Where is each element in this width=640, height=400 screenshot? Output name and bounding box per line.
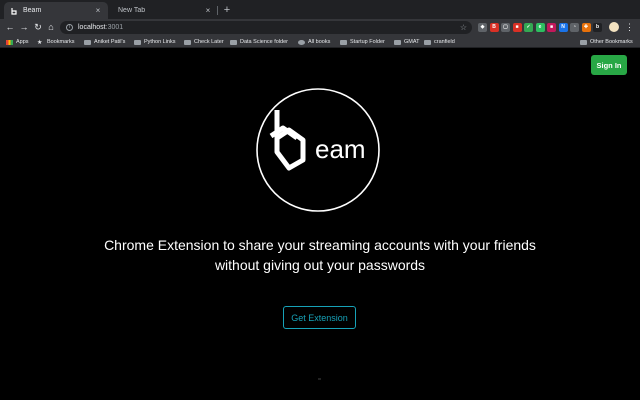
url-host: localhost — [78, 24, 106, 31]
bookmark-label: GMAT — [404, 39, 420, 45]
folder-icon — [580, 39, 587, 45]
new-tab-button[interactable]: + — [221, 3, 233, 17]
headline-line-1: Chrome Extension to share your streaming… — [104, 237, 536, 253]
shield-ext-icon[interactable]: ◆ — [478, 23, 487, 32]
tick-ext-icon[interactable]: ✓ — [524, 23, 533, 32]
b-mark-icon — [269, 110, 306, 171]
bookmark-check-later[interactable]: Check Later — [184, 36, 224, 48]
blue-ext-icon[interactable]: N — [558, 23, 568, 32]
books-icon — [298, 39, 305, 45]
reload-button[interactable]: ↻ — [32, 21, 44, 33]
bookmark-star-icon[interactable]: ☆ — [460, 23, 467, 32]
bookmark-label: Check Later — [194, 39, 224, 45]
bookmark-all-books[interactable]: All books — [298, 36, 330, 48]
tab-strip: Beam × New Tab × + — [0, 0, 640, 19]
logo-text: eam — [315, 134, 366, 164]
pocket-ext-icon[interactable]: ▢ — [501, 23, 510, 32]
bookmark-label: Aniket Patil's — [94, 39, 126, 45]
apps-grid-icon — [6, 39, 13, 45]
bookmark-label: Startup Folder — [350, 39, 385, 45]
bookmarks-bar: Apps ★ Bookmarks Aniket Patil's Python Li… — [0, 36, 640, 48]
bookmark-label: All books — [308, 39, 331, 45]
orange-ext-icon[interactable]: ✚ — [581, 23, 591, 32]
folder-icon — [230, 39, 237, 45]
home-button[interactable]: ⌂ — [45, 21, 57, 33]
browser-toolbar: ← → ↻ ⌂ i localhost:3001 ☆ ◆ B ▢ ■ ✓ e ■ N ◔ ✚ b ⋮ — [0, 19, 640, 36]
tab-new-tab[interactable]: New Tab × — [112, 2, 218, 19]
bookmark-label: cranfield — [434, 39, 455, 45]
tab-close-icon[interactable]: × — [204, 6, 212, 15]
folder-icon — [134, 39, 141, 45]
tab-title: New Tab — [118, 7, 146, 14]
bookmark-python-links[interactable]: Python Links — [134, 36, 176, 48]
bookmark-gmat[interactable]: GMAT — [394, 36, 419, 48]
bookmark-cranfield[interactable]: cranfield — [424, 36, 455, 48]
tab-close-icon[interactable]: × — [94, 6, 102, 15]
bookmark-other[interactable]: Other Bookmarks — [580, 36, 633, 48]
menu-icon[interactable]: ⋮ — [625, 21, 634, 33]
evernote-ext-icon[interactable]: e — [535, 23, 545, 32]
ghost-ext-icon[interactable]: ◔ — [570, 23, 579, 32]
pink-ext-icon[interactable]: ■ — [547, 23, 556, 32]
dark-ext-icon[interactable]: b — [593, 23, 602, 32]
bookmark-label: Bookmarks — [47, 39, 75, 45]
sign-in-button[interactable]: Sign In — [591, 55, 627, 75]
info-icon[interactable]: i — [66, 24, 73, 31]
url-port: :3001 — [105, 24, 124, 31]
tab-divider — [217, 6, 218, 15]
bookmark-startup[interactable]: Startup Folder — [340, 36, 385, 48]
folder-icon — [340, 39, 347, 45]
folder-icon — [84, 39, 91, 45]
forward-button[interactable]: → — [18, 21, 30, 33]
tab-beam[interactable]: Beam × — [4, 2, 108, 19]
headline-line-2: without giving out your passwords — [214, 257, 426, 273]
tab-title: Beam — [23, 7, 42, 14]
folder-icon — [184, 39, 191, 45]
bookmark-label: Other Bookmarks — [590, 39, 633, 45]
star-icon: ★ — [37, 39, 43, 46]
page-dot — [318, 378, 321, 380]
back-button[interactable]: ← — [4, 21, 16, 33]
bookmark-apps[interactable]: Apps — [6, 36, 29, 48]
red-ext-icon[interactable]: ■ — [512, 23, 522, 32]
bookmark-data-science[interactable]: Data Science folder — [230, 36, 288, 48]
beam-logo: eam — [256, 88, 380, 212]
bookmark-label: Apps — [16, 39, 29, 45]
beam-favicon-icon — [10, 7, 18, 15]
bookmark-aniket[interactable]: Aniket Patil's — [84, 36, 125, 48]
bookmark-bookmarks[interactable]: ★ Bookmarks — [37, 36, 75, 48]
address-bar[interactable]: i localhost:3001 ☆ — [60, 21, 472, 34]
hero-headline: Chrome Extension to share your streaming… — [100, 235, 540, 275]
get-extension-button[interactable]: Get Extension — [283, 306, 356, 329]
profile-avatar[interactable] — [609, 22, 619, 32]
folder-icon — [424, 39, 431, 45]
bookmark-label: Python Links — [144, 39, 176, 45]
folder-icon — [394, 39, 401, 45]
adblock-ext-icon[interactable]: B — [489, 23, 499, 32]
bookmark-label: Data Science folder — [240, 39, 288, 45]
